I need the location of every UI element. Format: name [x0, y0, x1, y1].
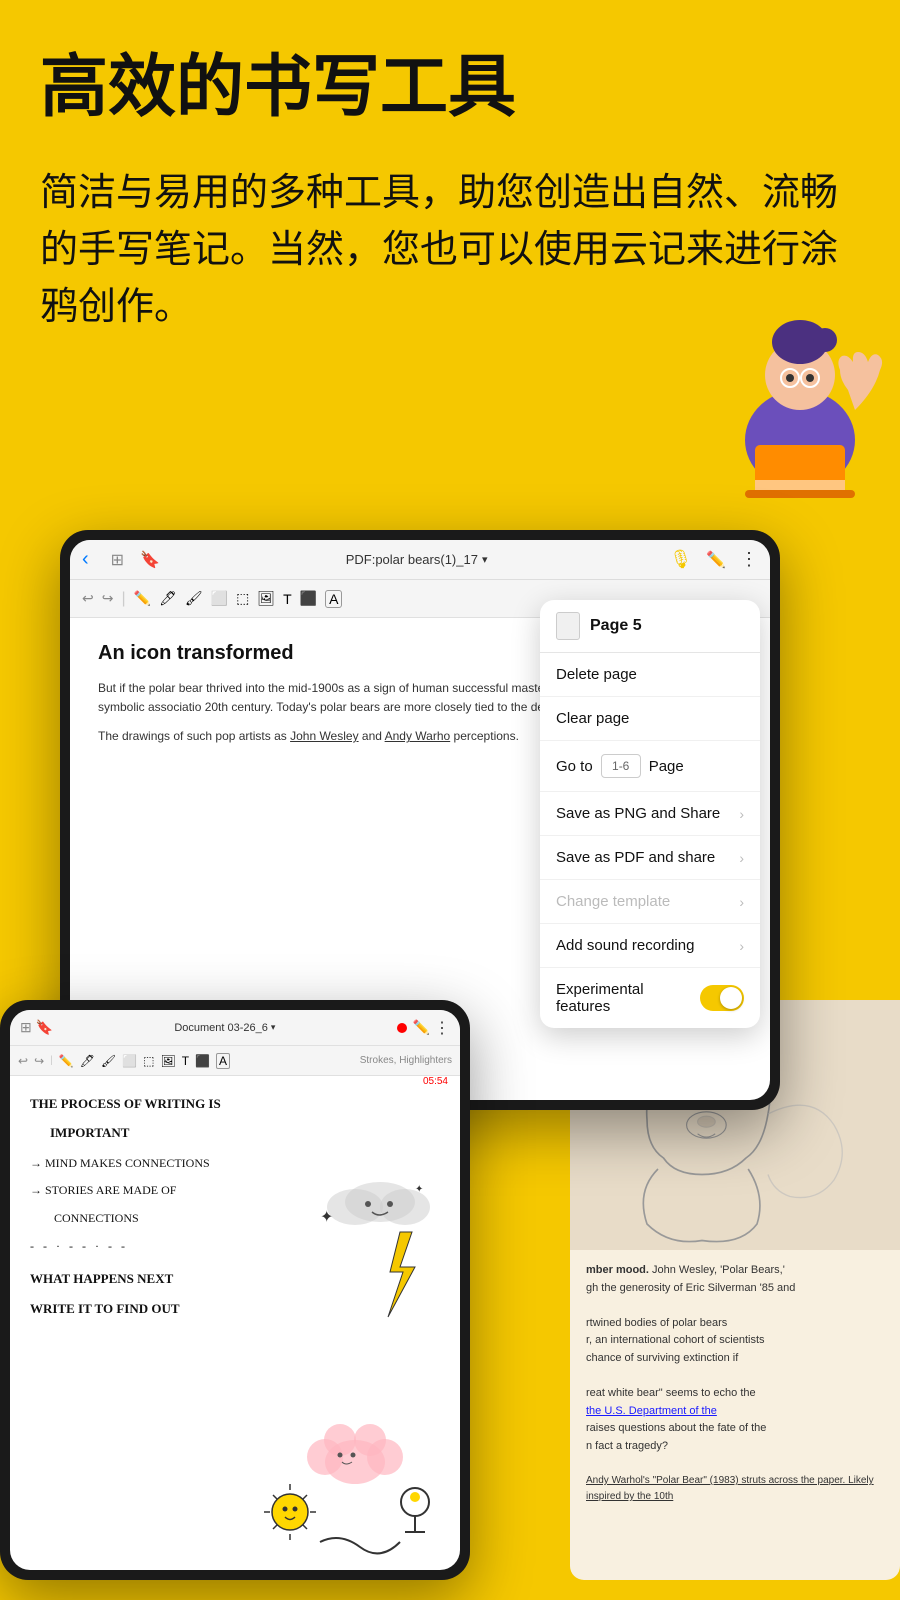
cont-line9: the U.S. Department of the — [586, 1403, 884, 1421]
secondary-toolbar: ⊞ 🔖 Document 03-26_6 ▾ ✏️ ⋮ — [10, 1010, 460, 1046]
chevron-right-icon-2: › — [739, 850, 744, 866]
save-pdf-item[interactable]: Save as PDF and share › — [540, 836, 760, 880]
s-fontA[interactable]: A — [216, 1053, 230, 1069]
pencil-tool[interactable]: ✏️ — [134, 590, 151, 607]
svg-text:✦: ✦ — [415, 1184, 423, 1195]
cont-line13: Andy Warhol's "Polar Bear" (1983) struts… — [586, 1473, 884, 1505]
popup-menu: Page 5 Delete page Clear page Go to Page — [540, 600, 760, 1028]
popup-page-label: Page 5 — [590, 617, 642, 635]
undo-button[interactable]: ↩ — [82, 590, 94, 607]
s-pen[interactable]: 🖊 — [80, 1054, 95, 1068]
goto-row: Go to Page — [556, 754, 684, 778]
s-pencil[interactable]: ✏️ — [59, 1054, 74, 1068]
select-tool[interactable]: ⬚ — [236, 590, 249, 607]
delete-page-item[interactable]: Delete page — [540, 653, 760, 697]
mic-icon[interactable]: 🎙 — [669, 549, 692, 570]
text-tool[interactable]: T — [283, 591, 292, 607]
cont-line5: r, an international cohort of scientists — [586, 1332, 884, 1350]
secondary-doc-title: Document 03-26_6 ▾ — [53, 1022, 396, 1034]
main-toolbar-top: ‹ ⊞ 🔖 PDF:polar bears(1)_17 ▾ 🎙 ✏️ ⋮ — [70, 540, 770, 580]
cont-line4: rtwined bodies of polar bears — [586, 1315, 884, 1333]
hw-line-1: The Process of Writing is — [30, 1092, 440, 1115]
back-button[interactable]: ‹ — [82, 548, 89, 571]
cont-line6: chance of surviving extinction if — [586, 1350, 884, 1368]
secondary-tools-row: ↩ ↪ | ✏️ 🖊 🖌 ⬜ ⬚ 🖼 T ⬛ A Strokes, Highli… — [10, 1046, 460, 1076]
s-shape[interactable]: ⬛ — [195, 1054, 210, 1068]
s-undo[interactable]: ↩ — [18, 1054, 28, 1068]
cont-line1: mber mood. John Wesley, 'Polar Bears,' — [586, 1262, 884, 1280]
chevron-right-icon-3: › — [739, 894, 744, 910]
secondary-rec-dot — [397, 1023, 407, 1033]
shape-tool[interactable]: ⬛ — [300, 590, 317, 607]
doodle-area: ✦ ✦ — [260, 1142, 460, 1570]
s-image[interactable]: 🖼 — [160, 1054, 175, 1068]
secondary-bookmark-icon[interactable]: 🔖 — [36, 1019, 53, 1036]
top-section: 高效的书写工具 简洁与易用的多种工具，助您创造出自然、流畅的手写笔记。当然，您也… — [0, 0, 900, 336]
strokes-label: Strokes, Highlighters — [360, 1055, 452, 1066]
image-tool[interactable]: 🖼 — [257, 590, 275, 607]
eraser-tool[interactable]: ⬜ — [211, 590, 228, 607]
handwriting-content: The Process of Writing is Important → Mi… — [10, 1076, 460, 1570]
experimental-toggle[interactable] — [700, 985, 744, 1011]
cont-line10: raises questions about the fate of the — [586, 1420, 884, 1438]
doc-title: PDF:polar bears(1)_17 ▾ — [172, 552, 661, 567]
pen-icon[interactable]: ✏️ — [706, 550, 726, 570]
cont-line8: reat white bear" seems to echo the — [586, 1385, 884, 1403]
main-title: 高效的书写工具 — [40, 50, 860, 125]
page-icon — [556, 612, 580, 640]
devices-section: ‹ ⊞ 🔖 PDF:polar bears(1)_17 ▾ 🎙 ✏️ ⋮ ↩ ↪… — [0, 530, 900, 1600]
toggle-knob — [720, 987, 742, 1009]
svg-text:✦: ✦ — [320, 1209, 333, 1226]
more-icon[interactable]: ⋮ — [740, 549, 758, 570]
cont-line11: n fact a tragedy? — [586, 1438, 884, 1456]
tablet-secondary: ⊞ 🔖 Document 03-26_6 ▾ ✏️ ⋮ ↩ ↪ | ✏️ 🖊 🖌… — [0, 1000, 470, 1580]
grid-icon[interactable]: ⊞ — [111, 550, 124, 570]
s-highlight[interactable]: 🖌 — [101, 1054, 116, 1068]
pdf-continuation-text: mber mood. John Wesley, 'Polar Bears,' g… — [570, 1250, 900, 1517]
font-tool[interactable]: A — [325, 590, 342, 608]
chevron-right-icon-4: › — [739, 938, 744, 954]
s-select[interactable]: ⬚ — [143, 1054, 154, 1068]
highlighter-tool[interactable]: 🖌 — [185, 590, 203, 607]
cont-line2: gh the generosity of Eric Silverman '85 … — [586, 1280, 884, 1298]
goto-input[interactable] — [601, 754, 641, 778]
secondary-pen-icon[interactable]: ✏️ — [413, 1019, 430, 1036]
popup-header: Page 5 — [540, 600, 760, 653]
save-png-item[interactable]: Save as PNG and Share › — [540, 792, 760, 836]
s-eraser[interactable]: ⬜ — [122, 1054, 137, 1068]
secondary-more-icon[interactable]: ⋮ — [434, 1018, 450, 1038]
goto-item[interactable]: Go to Page — [540, 741, 760, 792]
add-sound-item[interactable]: Add sound recording › — [540, 924, 760, 968]
s-text[interactable]: T — [182, 1054, 189, 1068]
secondary-grid-icon[interactable]: ⊞ — [20, 1019, 32, 1036]
bookmark-icon[interactable]: 🔖 — [140, 550, 160, 570]
s-redo[interactable]: ↪ — [34, 1054, 44, 1068]
experimental-item[interactable]: Experimental features — [540, 968, 760, 1028]
redo-button[interactable]: ↪ — [102, 590, 114, 607]
character-illustration — [700, 280, 900, 500]
chevron-right-icon: › — [739, 806, 744, 822]
clear-page-item[interactable]: Clear page — [540, 697, 760, 741]
change-template-item[interactable]: Change template › — [540, 880, 760, 924]
pen-tool[interactable]: 🖊 — [159, 590, 177, 607]
